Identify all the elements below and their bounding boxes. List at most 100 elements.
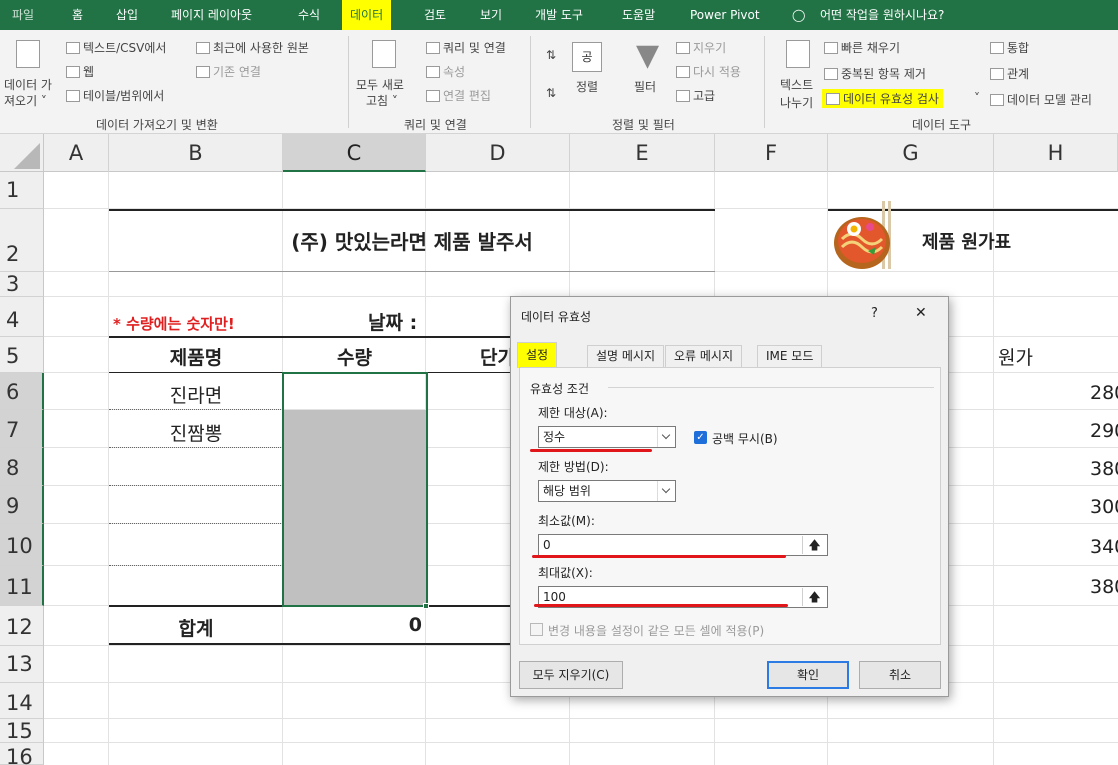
tab-error-alert[interactable]: 오류 메시지 [665, 345, 743, 368]
tab-settings[interactable]: 설정 [517, 342, 558, 368]
relationships-button[interactable]: 관계 [990, 65, 1029, 82]
column-header-g[interactable]: G [828, 134, 994, 172]
refresh-all-button[interactable]: 모두 새로 [356, 76, 404, 93]
help-icon[interactable]: ? [871, 306, 878, 321]
row-header-10[interactable]: 10 [0, 524, 44, 566]
row-header-11[interactable]: 11 [0, 566, 44, 606]
ignore-blank-checkbox[interactable]: ✓ [694, 431, 707, 444]
cost-value[interactable]: 300 [1090, 496, 1118, 518]
row-header-12[interactable]: 12 [0, 606, 44, 646]
manage-data-model-button[interactable]: 데이터 모델 관리 [990, 91, 1092, 108]
data-validation-button[interactable]: 데이터 유효성 검사 [822, 89, 943, 108]
column-header-a[interactable]: A [44, 134, 109, 172]
queries-connections-label: 쿼리 및 연결 [443, 41, 506, 55]
row-header-1[interactable]: 1 [0, 172, 44, 209]
range-selector-icon[interactable]: 🡅 [802, 536, 826, 554]
from-web-button[interactable]: 웹 [66, 63, 94, 80]
tab-developer[interactable]: 개발 도구 [535, 0, 583, 30]
column-header-row: A B C D E F G H [0, 134, 1118, 172]
tab-file[interactable]: 파일 [12, 0, 34, 30]
get-data-button[interactable]: 데이터 가 [4, 76, 52, 93]
tab-ime-mode[interactable]: IME 모드 [757, 345, 823, 368]
total-value[interactable]: 0 [283, 614, 422, 636]
row-header-8[interactable]: 8 [0, 448, 44, 486]
cost-value[interactable]: 380 [1090, 576, 1118, 598]
row-header-2[interactable]: 2 [0, 209, 44, 272]
cost-value[interactable]: 280 [1090, 382, 1118, 404]
ok-button[interactable]: 확인 [767, 661, 849, 689]
column-header-e[interactable]: E [570, 134, 715, 172]
allow-select[interactable]: 정수 [538, 426, 676, 448]
advanced-filter-button[interactable]: 고급 [676, 87, 715, 104]
row-header-5[interactable]: 5 [0, 337, 44, 373]
clear-filter-label: 지우기 [693, 41, 727, 55]
selected-range[interactable] [282, 372, 428, 607]
form-title: (주) 맛있는라면 제품 발주서 [291, 230, 533, 254]
tab-view[interactable]: 보기 [480, 0, 502, 30]
flash-fill-button[interactable]: 빠른 채우기 [824, 39, 900, 56]
data-validation-dropdown-icon[interactable]: ˅ [974, 91, 980, 105]
row-header-7[interactable]: 7 [0, 410, 44, 448]
tab-page-layout[interactable]: 페이지 레이아웃 [171, 0, 252, 30]
range-selector-icon[interactable]: 🡅 [802, 588, 826, 606]
sort-az-icon[interactable]: ⇅ [546, 48, 556, 62]
apply-all-label: 변경 내용을 설정이 같은 모든 셀에 적용(P) [548, 624, 765, 638]
apply-all-checkbox[interactable] [530, 623, 543, 636]
remove-duplicates-button[interactable]: 중복된 항목 제거 [824, 65, 926, 82]
column-header-c[interactable]: C [283, 134, 426, 172]
fill-handle[interactable] [423, 603, 429, 609]
clear-all-button[interactable]: 모두 지우기(C) [519, 661, 623, 689]
edit-links-button[interactable]: 연결 편집 [426, 87, 491, 104]
row-header-13[interactable]: 13 [0, 646, 44, 683]
recent-sources-button[interactable]: 최근에 사용한 원본 [196, 39, 309, 56]
tab-insert[interactable]: 삽입 [116, 0, 138, 30]
minimum-input[interactable]: 0 🡅 [538, 534, 828, 556]
tab-power-pivot[interactable]: Power Pivot [690, 0, 760, 30]
row-header-14[interactable]: 14 [0, 683, 44, 719]
row-header-15[interactable]: 15 [0, 719, 44, 743]
column-header-d[interactable]: D [426, 134, 570, 172]
tab-home[interactable]: 홈 [72, 0, 83, 30]
row-header-16[interactable]: 16 [0, 743, 44, 765]
from-web-label: 웹 [83, 65, 95, 79]
sort-za-icon[interactable]: ⇅ [546, 86, 556, 100]
column-header-h[interactable]: H [994, 134, 1118, 172]
remove-duplicates-label: 중복된 항목 제거 [841, 67, 926, 81]
tab-data[interactable]: 데이터 [342, 0, 392, 30]
queries-connections-button[interactable]: 쿼리 및 연결 [426, 39, 506, 56]
sort-dialog-icon[interactable]: 공 [572, 42, 602, 72]
text-to-columns-button[interactable]: 텍스트 [780, 76, 813, 93]
existing-connections-button[interactable]: 기존 연결 [196, 63, 261, 80]
clear-filter-button[interactable]: 지우기 [676, 39, 726, 56]
tab-input-message[interactable]: 설명 메시지 [587, 345, 665, 368]
tab-help[interactable]: 도움말 [622, 0, 655, 30]
cost-value[interactable]: 290 [1090, 420, 1118, 442]
row-header-9[interactable]: 9 [0, 486, 44, 524]
cost-value[interactable]: 380 [1090, 458, 1118, 480]
cost-value[interactable]: 340 [1090, 536, 1118, 558]
product-cell[interactable]: 진짬뽕 [109, 419, 283, 446]
close-icon[interactable]: ✕ [915, 305, 927, 321]
properties-button[interactable]: 속성 [426, 63, 465, 80]
filter-button[interactable]: 필터 [634, 78, 656, 95]
column-header-b[interactable]: B [109, 134, 283, 172]
row-header-4[interactable]: 4 [0, 297, 44, 337]
refresh-all-dropdown[interactable]: 고침 ˅ [366, 92, 398, 109]
data-operator-select[interactable]: 해당 범위 [538, 480, 676, 502]
tab-review[interactable]: 검토 [424, 0, 446, 30]
cancel-button[interactable]: 취소 [859, 661, 941, 689]
tab-formulas[interactable]: 수식 [298, 0, 320, 30]
column-header-f[interactable]: F [715, 134, 828, 172]
tell-me-search[interactable]: 어떤 작업을 원하시나요? [820, 0, 944, 30]
from-table-button[interactable]: 테이블/범위에서 [66, 87, 164, 104]
row-divider [109, 565, 283, 566]
sort-button[interactable]: 정렬 [576, 78, 598, 95]
consolidate-button[interactable]: 통합 [990, 39, 1029, 56]
reapply-button[interactable]: 다시 적용 [676, 63, 741, 80]
get-data-dropdown[interactable]: 져오기 ˅ [4, 92, 47, 109]
from-text-csv-button[interactable]: 텍스트/CSV에서 [66, 39, 166, 56]
row-header-3[interactable]: 3 [0, 272, 44, 297]
select-all-button[interactable] [0, 134, 44, 172]
product-cell[interactable]: 진라면 [109, 381, 283, 408]
row-header-6[interactable]: 6 [0, 373, 44, 410]
